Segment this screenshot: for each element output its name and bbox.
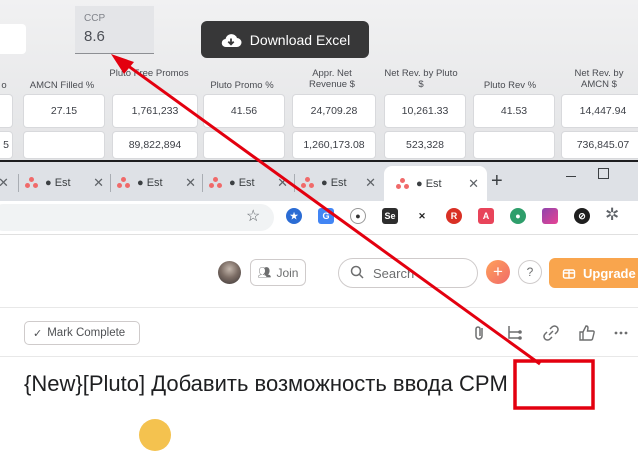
- browser-tab-active[interactable]: ● Est ✕: [384, 166, 487, 201]
- column-header: Pluto Promo %: [210, 80, 274, 91]
- quick-add-button[interactable]: +: [486, 260, 510, 284]
- table-cell: 27.15: [24, 95, 104, 127]
- extension-icon[interactable]: ★: [286, 208, 302, 224]
- table-cell: 523,328: [385, 132, 465, 158]
- cloud-download-icon: [220, 32, 242, 48]
- selenium-extension-icon[interactable]: Se: [382, 208, 398, 224]
- help-button[interactable]: ?: [518, 260, 542, 284]
- extension-icon[interactable]: A: [478, 208, 494, 224]
- table-cell: 89,822,894: [113, 132, 197, 158]
- extension-icon[interactable]: R: [446, 208, 462, 224]
- tab-title: ● Est: [137, 177, 163, 189]
- maximize-icon[interactable]: [598, 168, 609, 179]
- table-cell: [0, 95, 12, 127]
- column-header: Pluto Free Promos: [109, 68, 189, 79]
- extensions-puzzle-icon[interactable]: ✲: [605, 205, 619, 225]
- report-dashboard: CCP 8.6 Download Excel o AMCN Filled % P…: [0, 0, 638, 160]
- column-header: Net Rev. by AMCN $: [574, 68, 624, 90]
- table-cell: [24, 132, 104, 158]
- asana-favicon-icon: [117, 177, 131, 189]
- address-bar[interactable]: [0, 204, 274, 231]
- close-tab-icon[interactable]: ✕: [365, 175, 376, 191]
- column-header: AMCN Filled %: [29, 80, 95, 91]
- extension-icon[interactable]: ⊘: [574, 208, 590, 224]
- extension-icon[interactable]: ●: [510, 208, 526, 224]
- browser-tab[interactable]: ● Est ✕: [294, 168, 384, 198]
- table-cell: 10,261.33: [385, 95, 465, 127]
- annotation-highlight-box: [513, 359, 595, 410]
- table-cell: 41.56: [204, 95, 284, 127]
- toolbar-divider: [0, 356, 638, 357]
- search-placeholder: Search: [373, 265, 415, 281]
- gift-icon: [562, 265, 576, 282]
- translate-extension-icon[interactable]: G: [318, 208, 334, 224]
- join-label: Join: [276, 265, 299, 280]
- column-header: Pluto Rev %: [483, 80, 537, 91]
- tab-separator: [18, 174, 19, 192]
- avatar[interactable]: [218, 261, 241, 284]
- filter-input-fragment[interactable]: [0, 24, 26, 54]
- extension-icon[interactable]: ✕: [414, 208, 430, 224]
- asana-favicon-icon: [209, 177, 223, 189]
- ccp-label: CCP: [84, 13, 106, 24]
- attachment-icon[interactable]: [471, 324, 489, 342]
- ccp-field[interactable]: CCP 8.6: [75, 6, 154, 54]
- tab-title: ● Est: [416, 177, 442, 190]
- bookmark-star-icon[interactable]: ☆: [246, 206, 260, 226]
- upgrade-button[interactable]: Upgrade: [549, 258, 638, 288]
- tab-separator: [110, 174, 111, 192]
- ccp-value[interactable]: 8.6: [84, 28, 105, 45]
- table-cell: 736,845.07: [562, 132, 638, 158]
- search-input[interactable]: Search: [338, 258, 478, 288]
- close-tab-icon[interactable]: ✕: [468, 176, 479, 192]
- column-header: Net Rev. by Pluto $: [384, 68, 458, 90]
- table-cell: 41.53: [474, 95, 554, 127]
- tab-title: ● Est: [229, 177, 255, 189]
- asana-favicon-icon: [396, 177, 410, 190]
- asana-favicon-icon: [301, 177, 315, 189]
- like-icon[interactable]: [578, 324, 596, 342]
- download-excel-button[interactable]: Download Excel: [201, 21, 369, 58]
- table-cell: 24,709.28: [293, 95, 375, 127]
- subtask-icon[interactable]: [506, 324, 524, 342]
- column-header: Appr. Net Revenue $: [309, 68, 355, 90]
- extension-icon[interactable]: ●: [350, 208, 366, 224]
- new-tab-button[interactable]: +: [491, 170, 503, 193]
- table-cell: [474, 132, 554, 158]
- browser-tab-strip: ✕ ● Est ✕ ● Est ✕ ● Est ✕ ● Est ✕ ● Est …: [0, 160, 638, 201]
- more-icon[interactable]: [612, 324, 630, 342]
- close-tab-icon[interactable]: ✕: [277, 175, 288, 191]
- checkmark-icon: ✓: [33, 327, 43, 340]
- table-cell: 14,447.94: [562, 95, 638, 127]
- close-tab-icon[interactable]: ✕: [0, 175, 9, 191]
- join-button[interactable]: 👥︎ Join: [250, 259, 306, 286]
- link-icon[interactable]: [542, 324, 560, 342]
- mark-complete-button[interactable]: ✓ Mark Complete: [24, 321, 140, 345]
- header-divider: [0, 307, 638, 308]
- search-icon: [350, 265, 364, 282]
- asana-favicon-icon: [25, 177, 39, 189]
- emoji-avatar: [139, 419, 171, 451]
- download-excel-label: Download Excel: [249, 31, 351, 48]
- table-cell: 5: [0, 132, 12, 158]
- people-icon: 👥︎: [257, 267, 272, 279]
- browser-tab[interactable]: ● Est ✕: [202, 168, 294, 198]
- tab-title: ● Est: [321, 177, 347, 189]
- tab-title: ● Est: [45, 177, 71, 189]
- browser-tab[interactable]: ● Est ✕: [110, 168, 202, 198]
- close-tab-icon[interactable]: ✕: [185, 175, 196, 191]
- column-header: o: [1, 80, 7, 91]
- upgrade-label: Upgrade: [583, 265, 636, 281]
- task-title[interactable]: {New}[Pluto] Добавить возможность ввода …: [24, 371, 508, 397]
- table-cell: 1,260,173.08: [293, 132, 375, 158]
- minimize-icon[interactable]: [566, 176, 576, 177]
- close-tab-icon[interactable]: ✕: [93, 175, 104, 191]
- tab-separator: [294, 174, 295, 192]
- mark-complete-label: Mark Complete: [47, 327, 126, 339]
- table-cell: 1,761,233: [113, 95, 197, 127]
- tab-separator: [202, 174, 203, 192]
- browser-tab[interactable]: ● Est ✕: [18, 168, 110, 198]
- table-cell: [204, 132, 284, 158]
- extension-icon[interactable]: [542, 208, 558, 224]
